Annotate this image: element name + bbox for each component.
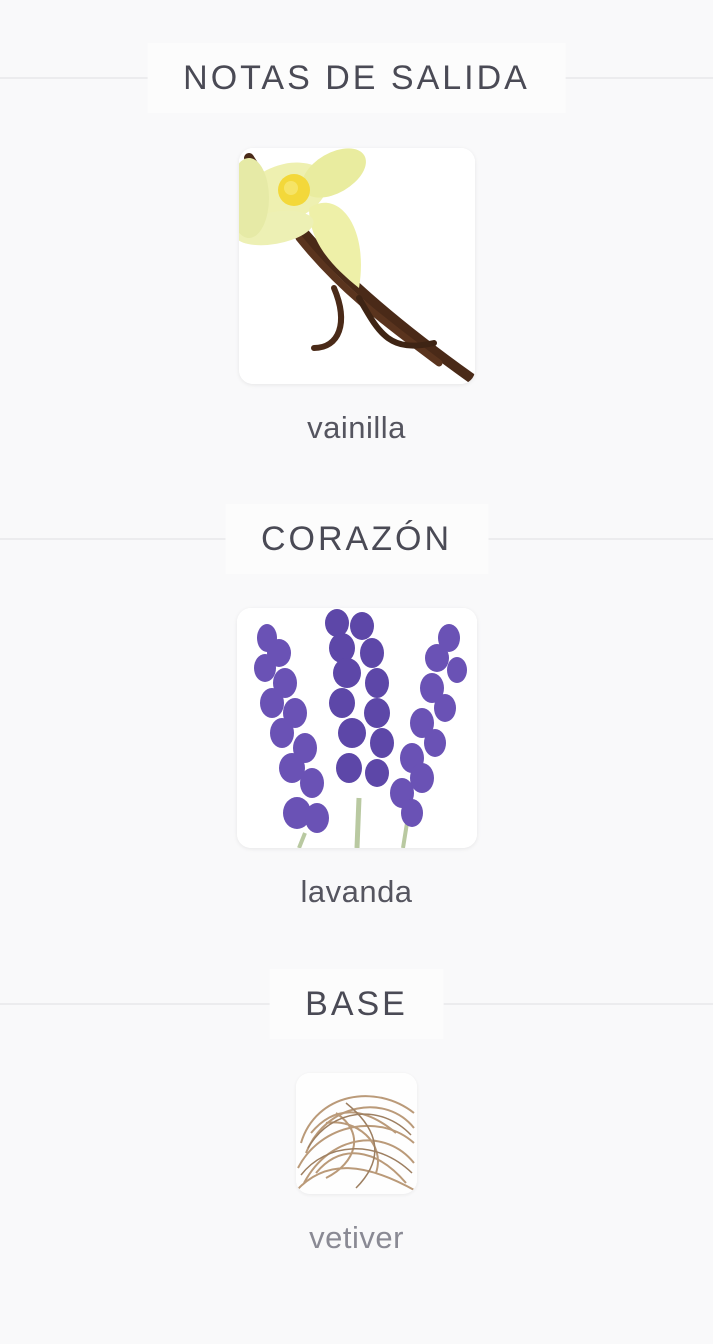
lavender-icon	[236, 608, 477, 848]
section-header: CORAZÓN	[0, 504, 713, 574]
section-header: NOTAS DE SALIDA	[0, 43, 713, 113]
section-base-notes: BASE	[0, 969, 713, 1039]
note-label: vainilla	[307, 410, 406, 445]
vetiver-root-icon	[296, 1073, 417, 1194]
section-heart-notes: CORAZÓN	[0, 504, 713, 574]
note-label: lavanda	[300, 874, 413, 909]
note-item-vainilla[interactable]: vainilla	[0, 148, 713, 446]
note-label: vetiver	[309, 1220, 404, 1255]
section-header: BASE	[0, 969, 713, 1039]
note-item-vetiver[interactable]: vetiver	[0, 1073, 713, 1256]
vanilla-flower-icon	[238, 148, 475, 384]
section-top-notes: NOTAS DE SALIDA	[0, 43, 713, 113]
section-title: CORAZÓN	[225, 504, 488, 574]
section-title: BASE	[269, 969, 444, 1039]
note-item-lavanda[interactable]: lavanda	[0, 608, 713, 910]
section-title: NOTAS DE SALIDA	[147, 43, 566, 113]
